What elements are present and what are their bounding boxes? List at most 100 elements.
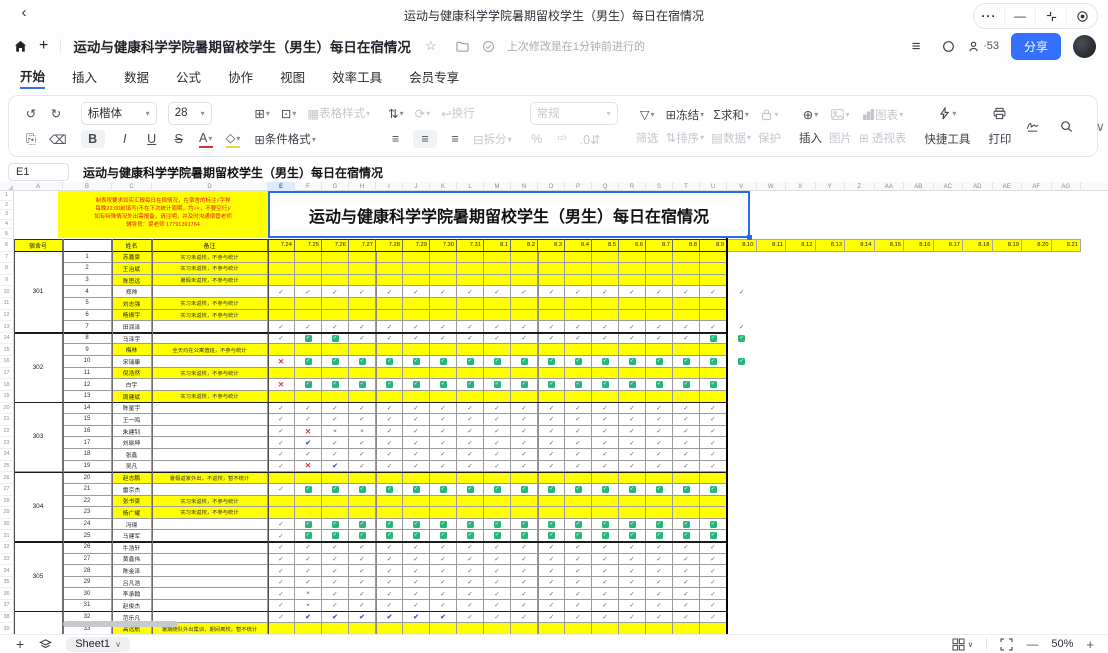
date-cell[interactable]: ✓ xyxy=(457,426,484,438)
date-cell[interactable]: ✓ xyxy=(700,356,727,368)
green-checkbox-checked[interactable]: ✓ xyxy=(440,358,447,365)
remark-cell[interactable] xyxy=(152,565,268,577)
green-checkbox-checked[interactable]: ✓ xyxy=(305,381,312,388)
date-cell[interactable] xyxy=(592,507,619,519)
date-cell[interactable]: ✓ xyxy=(565,321,592,333)
date-cell[interactable]: ✓ xyxy=(403,554,430,566)
dorm-cell[interactable]: 301 xyxy=(14,252,63,333)
date-cell[interactable]: ✓ xyxy=(322,414,349,426)
strikethrough-button[interactable]: S xyxy=(172,131,186,147)
green-checkbox-checked[interactable]: ✓ xyxy=(575,532,582,539)
header-date[interactable]: 8.8 xyxy=(673,239,700,252)
name-cell[interactable]: 杨广耀 xyxy=(112,507,152,519)
date-cell[interactable]: ✓ xyxy=(619,286,646,298)
date-cell[interactable]: ✓ xyxy=(268,565,295,577)
date-cell[interactable]: ✓ xyxy=(349,403,376,415)
date-cell[interactable] xyxy=(484,496,511,508)
date-cell[interactable] xyxy=(700,252,727,264)
date-cell[interactable]: ✓ xyxy=(700,577,727,589)
column-header[interactable]: M xyxy=(484,182,511,191)
green-checkbox-checked[interactable]: ✓ xyxy=(629,358,636,365)
date-cell[interactable]: ✓ xyxy=(484,461,511,473)
row-number[interactable]: 29 xyxy=(0,507,14,519)
date-cell[interactable]: ✓ xyxy=(376,286,403,298)
dorm-cell[interactable]: 302 xyxy=(14,333,63,403)
date-cell[interactable]: ✓ xyxy=(430,577,457,589)
date-cell[interactable]: ✓ xyxy=(457,286,484,298)
green-checkbox-checked[interactable]: ✓ xyxy=(683,486,690,493)
date-cell[interactable]: ✓ xyxy=(673,612,700,624)
sort-button[interactable]: ⇅ 排序▾ xyxy=(666,130,705,146)
date-cell[interactable]: ✓ xyxy=(430,565,457,577)
header-date[interactable]: 8.12 xyxy=(786,239,816,252)
date-cell-overflow[interactable]: ✓ xyxy=(727,333,757,345)
date-cell[interactable] xyxy=(619,472,646,484)
date-cell[interactable] xyxy=(403,496,430,508)
date-cell[interactable] xyxy=(484,263,511,275)
green-checkbox-checked[interactable]: ✓ xyxy=(710,521,717,528)
green-checkbox-checked[interactable]: ✓ xyxy=(656,532,663,539)
date-cell[interactable] xyxy=(457,298,484,310)
serial-cell[interactable]: 9 xyxy=(63,344,112,356)
column-header[interactable]: O xyxy=(538,182,565,191)
date-cell[interactable]: ✓ xyxy=(376,600,403,612)
row-number[interactable]: 30 xyxy=(0,519,14,531)
date-cell[interactable] xyxy=(484,623,511,634)
serial-cell[interactable]: 29 xyxy=(63,577,112,589)
merge-cells-icon[interactable]: ⊡▾ xyxy=(281,105,297,121)
date-cell[interactable]: ✓ xyxy=(646,612,673,624)
date-cell[interactable] xyxy=(268,496,295,508)
row-number[interactable]: 27 xyxy=(0,484,14,496)
column-header[interactable]: AC xyxy=(934,182,964,191)
header-date[interactable]: 7.25 xyxy=(295,239,322,252)
date-cell[interactable]: ✓ xyxy=(673,542,700,554)
green-checkbox-checked[interactable]: ✓ xyxy=(710,335,717,342)
date-cell[interactable] xyxy=(403,252,430,264)
date-cell[interactable] xyxy=(700,275,727,287)
green-checkbox-checked[interactable]: ✓ xyxy=(521,381,528,388)
date-cell[interactable]: ✓ xyxy=(457,612,484,624)
date-cell[interactable]: ✓ xyxy=(376,403,403,415)
remark-cell[interactable]: 实习未返校，不参与统计 xyxy=(152,496,268,508)
date-cell[interactable]: ✓ xyxy=(484,414,511,426)
date-cell[interactable]: ✓ xyxy=(700,449,727,461)
name-cell[interactable]: 雷京杰 xyxy=(112,484,152,496)
date-cell[interactable] xyxy=(349,252,376,264)
align-right-icon[interactable]: ≡ xyxy=(448,131,462,147)
date-cell[interactable] xyxy=(430,252,457,264)
date-cell[interactable] xyxy=(484,344,511,356)
date-cell[interactable] xyxy=(403,368,430,380)
date-cell[interactable] xyxy=(430,344,457,356)
date-cell[interactable]: ✓ xyxy=(430,286,457,298)
date-cell[interactable]: ✓ xyxy=(673,519,700,531)
column-header[interactable]: X xyxy=(786,182,816,191)
green-checkbox-checked[interactable]: ✓ xyxy=(575,521,582,528)
column-header[interactable]: H xyxy=(349,182,376,191)
date-cell[interactable]: ✓ xyxy=(430,333,457,345)
remark-cell[interactable] xyxy=(152,321,268,333)
date-cell[interactable]: ✓ xyxy=(592,403,619,415)
date-cell[interactable]: ✓ xyxy=(403,286,430,298)
date-cell[interactable]: ✓ xyxy=(619,530,646,542)
date-cell-overflow[interactable]: ✓ xyxy=(727,286,757,298)
vertical-align-icon[interactable]: ⇅▾ xyxy=(388,105,404,121)
date-cell[interactable] xyxy=(619,310,646,322)
green-checkbox-checked[interactable]: ✓ xyxy=(332,532,339,539)
serial-cell[interactable]: 24 xyxy=(63,519,112,531)
green-checkbox-checked[interactable]: ✓ xyxy=(548,486,555,493)
clear-format-icon[interactable]: ⌫ xyxy=(49,131,67,147)
date-cell[interactable] xyxy=(268,623,295,634)
date-cell[interactable] xyxy=(700,496,727,508)
menu-insert[interactable]: 插入 xyxy=(72,67,97,88)
date-cell[interactable] xyxy=(619,298,646,310)
date-cell[interactable]: ✓ xyxy=(700,414,727,426)
date-cell[interactable]: ✓ xyxy=(403,461,430,473)
serial-cell[interactable]: 26 xyxy=(63,542,112,554)
date-cell[interactable]: ✓ xyxy=(295,519,322,531)
date-cell[interactable]: ✓ xyxy=(349,461,376,473)
date-cell[interactable]: ✓ xyxy=(457,449,484,461)
menu-collaborate[interactable]: 协作 xyxy=(228,67,253,88)
date-cell[interactable]: ✓ xyxy=(592,484,619,496)
name-cell[interactable]: 梅林 xyxy=(112,344,152,356)
date-cell[interactable] xyxy=(511,310,538,322)
